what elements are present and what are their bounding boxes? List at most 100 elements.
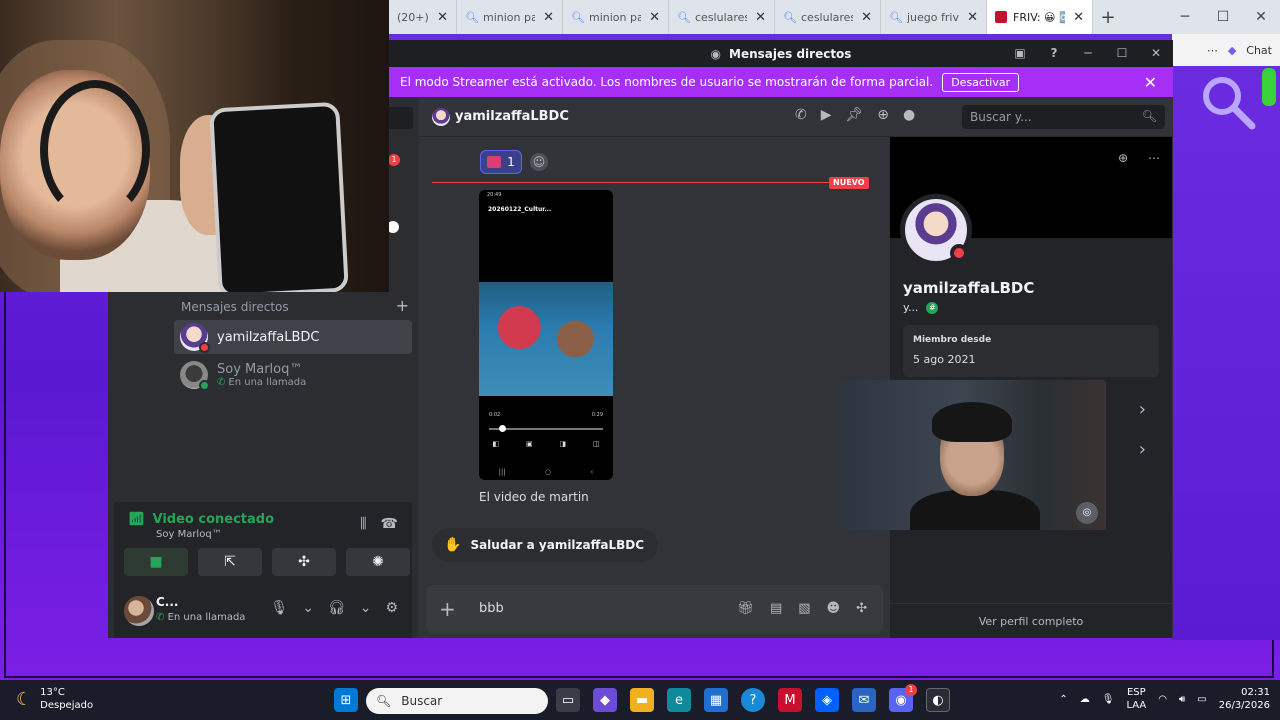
new-tab-button[interactable]: + bbox=[1093, 7, 1123, 28]
discord-icon[interactable]: ◉ 1 bbox=[889, 684, 917, 712]
chevron-down-icon[interactable]: ⌄ bbox=[360, 600, 372, 616]
close-icon[interactable]: ✕ bbox=[543, 10, 554, 25]
webcam-overlay-video-call[interactable]: ◎ bbox=[840, 380, 1106, 530]
task-view-icon[interactable]: ▭ bbox=[556, 688, 580, 712]
close-icon[interactable]: ✕ bbox=[967, 10, 978, 25]
browser-tab-friv-active[interactable]: FRIV: 😀 🆗 🅴 ✕ bbox=[987, 0, 1093, 34]
sticker-icon[interactable]: ▧ bbox=[798, 601, 810, 616]
help-icon[interactable]: ? bbox=[1037, 40, 1071, 67]
lock-icon[interactable]: ◫ bbox=[593, 440, 600, 448]
browser-tab-celulares-2[interactable]: 🔍︎ ceslulares sor ✕ bbox=[775, 0, 881, 34]
mcafee-icon[interactable]: M bbox=[778, 688, 802, 712]
dropbox-icon[interactable]: ◈ bbox=[815, 688, 839, 712]
weather-widget[interactable]: ☾ 13°C Despejado bbox=[16, 686, 93, 712]
view-full-profile-link[interactable]: Ver perfil completo bbox=[890, 603, 1172, 638]
user-profile-icon[interactable]: ● bbox=[903, 107, 915, 123]
browser-tab-juego-friv[interactable]: 🔍︎ juego friv - B ✕ bbox=[881, 0, 987, 34]
browser-tab-minion-1[interactable]: 🔍︎ minion parla ✕ bbox=[457, 0, 563, 34]
voice-call-icon[interactable]: ✆ bbox=[795, 107, 807, 123]
chevron-right-icon[interactable]: › bbox=[1139, 439, 1146, 460]
file-explorer-icon[interactable]: ▬ bbox=[630, 688, 654, 712]
chat-label[interactable]: Chat bbox=[1246, 44, 1272, 57]
close-icon[interactable]: ✕ bbox=[437, 10, 448, 25]
soundboard-button[interactable]: ✺ bbox=[346, 548, 410, 576]
reaction-pill[interactable]: 1 bbox=[480, 150, 522, 174]
browser-tab-facebook[interactable]: (20+) Facebo ✕ bbox=[389, 0, 457, 34]
voice-status[interactable]: Video conectado bbox=[153, 512, 275, 527]
wave-greeting-button[interactable]: ✋ Saludar a yamilzaffaLBDC bbox=[432, 528, 659, 562]
volume-icon[interactable]: 🔊︎ bbox=[1179, 694, 1185, 705]
wifi-icon[interactable]: ◠ bbox=[1158, 694, 1167, 705]
outlook-icon[interactable]: ✉ bbox=[852, 688, 876, 712]
edge-browser-icon[interactable]: e bbox=[667, 688, 691, 712]
camera-button[interactable]: ■ bbox=[124, 548, 188, 576]
onedrive-icon[interactable]: ☁ bbox=[1080, 694, 1090, 705]
inbox-icon[interactable]: ▣ bbox=[1003, 40, 1037, 67]
help-icon[interactable]: ? bbox=[741, 688, 765, 712]
clock[interactable]: 02:31 26/3/2026 bbox=[1219, 686, 1270, 712]
close-icon[interactable]: ✕ bbox=[1144, 73, 1157, 92]
headphones-icon[interactable]: 🎧︎ bbox=[328, 600, 346, 616]
dm-item-marloq[interactable]: Soy Marloq™ ✆ En una llamada bbox=[174, 358, 412, 392]
play-icon[interactable]: ▣ bbox=[526, 440, 533, 448]
close-window-button[interactable]: ✕ bbox=[1242, 0, 1280, 34]
green-scrollbar[interactable] bbox=[1262, 68, 1276, 106]
taskbar-search-input[interactable]: 🔍︎ Buscar bbox=[366, 688, 548, 714]
activities-button[interactable]: ✣ bbox=[272, 548, 336, 576]
seek-handle[interactable] bbox=[499, 425, 506, 432]
microphone-icon[interactable]: 🎙︎ bbox=[270, 600, 288, 616]
message-composer[interactable]: + bbb 🎁︎ ▤ ▧ ☻ ✣ bbox=[426, 585, 883, 633]
close-icon[interactable]: ✕ bbox=[1073, 10, 1084, 25]
dm-item-yamilzaffa[interactable]: yamilzaffaLBDC bbox=[174, 320, 412, 354]
video-attachment[interactable]: 20:49 20260122_Cultur... 0:02 0:29 ◧ ▣ ◨… bbox=[479, 190, 613, 480]
disconnect-icon[interactable]: ☎ bbox=[381, 516, 398, 532]
battery-icon[interactable]: ▭ bbox=[1197, 694, 1206, 705]
add-reaction-button[interactable]: ☺ bbox=[530, 153, 548, 171]
more-options-icon[interactable]: ⋯ bbox=[1207, 44, 1218, 57]
create-dm-button[interactable]: + bbox=[396, 298, 409, 314]
minimize-button[interactable]: ─ bbox=[1071, 40, 1105, 67]
gift-icon[interactable]: 🎁︎ bbox=[737, 601, 754, 616]
copilot-icon[interactable]: ◆ bbox=[1228, 44, 1236, 57]
maximize-button[interactable]: ☐ bbox=[1105, 40, 1139, 67]
close-icon[interactable]: ✕ bbox=[755, 10, 766, 25]
noise-suppression-icon[interactable]: ⫼ bbox=[360, 516, 366, 532]
obs-icon[interactable]: ◐ bbox=[926, 688, 950, 712]
big-search-icon[interactable] bbox=[1198, 72, 1258, 132]
add-friend-icon[interactable]: ⊕ bbox=[877, 107, 889, 123]
language-indicator[interactable]: ESP LAA bbox=[1126, 686, 1146, 712]
minimize-button[interactable]: ─ bbox=[1166, 0, 1204, 34]
chat-search-input[interactable]: Buscar y... 🔍︎ bbox=[962, 105, 1165, 129]
add-friend-icon[interactable]: ⊕ bbox=[1118, 151, 1128, 165]
more-options-icon[interactable]: ⋯ bbox=[1148, 151, 1160, 165]
browser-tab-minion-2[interactable]: 🔍︎ minion parla ✕ bbox=[563, 0, 669, 34]
deactivate-streamer-button[interactable]: Desactivar bbox=[942, 72, 1020, 92]
message-input-value[interactable]: bbb bbox=[479, 601, 504, 616]
chevron-up-icon[interactable]: ⌃ bbox=[1059, 694, 1067, 705]
rewind-icon[interactable]: ◧ bbox=[492, 440, 499, 448]
settings-gear-icon[interactable]: ⚙ bbox=[385, 600, 398, 616]
close-icon[interactable]: ✕ bbox=[649, 10, 660, 25]
video-seek-slider[interactable] bbox=[489, 425, 603, 432]
forward-icon[interactable]: ◨ bbox=[559, 440, 566, 448]
close-button[interactable]: ✕ bbox=[1139, 40, 1173, 67]
browser-tab-celulares-1[interactable]: 🔍︎ ceslulares so ✕ bbox=[669, 0, 775, 34]
chevron-down-icon[interactable]: ⌄ bbox=[302, 600, 314, 616]
video-call-icon[interactable]: ▶ bbox=[821, 107, 832, 123]
emoji-icon[interactable]: ☻ bbox=[827, 601, 841, 616]
attach-plus-icon[interactable]: + bbox=[439, 597, 456, 621]
gif-icon[interactable]: ▤ bbox=[770, 601, 782, 616]
user-avatar[interactable] bbox=[124, 596, 154, 626]
start-windows-icon[interactable]: ⊞ bbox=[334, 688, 358, 712]
maximize-button[interactable]: ☐ bbox=[1204, 0, 1242, 34]
close-icon[interactable]: ✕ bbox=[861, 10, 872, 25]
apps-icon[interactable]: ✣ bbox=[856, 601, 867, 616]
copilot-icon[interactable]: ◆ bbox=[593, 688, 617, 712]
screen-share-button[interactable]: ⇱ bbox=[198, 548, 262, 576]
microsoft-store-icon[interactable]: ▦ bbox=[704, 688, 728, 712]
chevron-right-icon[interactable]: › bbox=[1139, 399, 1146, 420]
pin-icon[interactable]: 📌︎ bbox=[846, 107, 864, 123]
microphone-icon[interactable]: 🎙︎ bbox=[1102, 694, 1115, 705]
find-conversation-input[interactable] bbox=[388, 107, 413, 129]
participant-icon[interactable]: ◎ bbox=[1076, 502, 1098, 524]
